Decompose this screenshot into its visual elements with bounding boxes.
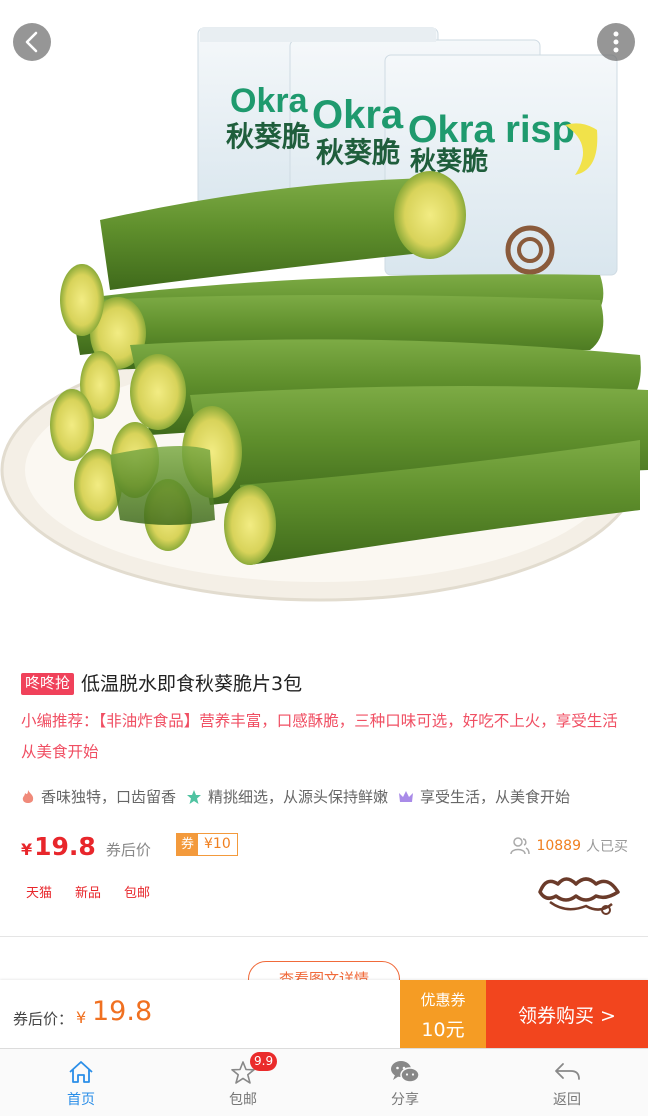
coupon-badge: 券 ¥10: [176, 833, 238, 856]
users-icon: [510, 837, 531, 855]
return-icon: [555, 1063, 580, 1080]
buy-bar: 券后价： ¥ 19.8 优惠券 10元 领券购买 >: [0, 980, 648, 1048]
bottom-tab-bar: 首页 9.9 包邮 分享 返回: [0, 1048, 648, 1116]
buyers-count: 10889 人已买: [510, 836, 628, 856]
bag-cn-1: 秋葵脆: [226, 120, 310, 153]
coupon-box-amount: 10元: [421, 1019, 465, 1041]
bag-text-3: Okra risp: [408, 109, 575, 151]
product-tags: 天猫 新品 包邮: [26, 882, 173, 901]
tab-home-label: 首页: [67, 1092, 95, 1108]
product-image: Okra 秋葵脆 Okra 秋葵脆 Okra risp 秋葵脆: [0, 0, 648, 650]
okra-chips-photo: Okra 秋葵脆 Okra 秋葵脆 Okra risp 秋葵脆: [0, 27, 648, 602]
star-icon: [186, 789, 202, 805]
home-icon: [69, 1061, 93, 1083]
price-row: ¥ 19.8 券后价: [21, 832, 151, 861]
more-button[interactable]: [597, 23, 635, 61]
price-value: 19.8: [34, 832, 96, 861]
more-vertical-icon: [613, 31, 619, 53]
feature-text-1: 香味独特，口齿留香: [41, 788, 177, 806]
after-coupon-symbol: ¥: [76, 1008, 87, 1027]
recommend-text: 【非油炸食品】营养丰富，口感酥脆，三种口味可选，好吃不上火，享受生活从美食开始: [21, 712, 618, 761]
wechat-icon: [391, 1061, 420, 1083]
coupon-box[interactable]: 优惠券 10元: [400, 980, 486, 1048]
price-symbol: ¥: [21, 840, 33, 859]
bag-cn-2: 秋葵脆: [316, 136, 400, 169]
tab-share[interactable]: 分享: [324, 1049, 486, 1116]
after-coupon-price: 19.8: [92, 996, 153, 1027]
coupon-box-title: 优惠券: [420, 991, 466, 1009]
tag-free-shipping: 包邮: [124, 886, 151, 901]
coupon-tag: 券: [177, 834, 199, 855]
buyers-unit: 人已买: [586, 839, 628, 855]
chevron-left-icon: [25, 31, 38, 53]
feature-text-3: 享受生活，从美食开始: [420, 788, 571, 806]
get-coupon-buy-button[interactable]: 领券购买 >: [486, 980, 648, 1048]
back-button[interactable]: [13, 23, 51, 61]
recommend-prefix: 小编推荐：: [21, 712, 99, 730]
tab-free-shipping-label: 包邮: [229, 1092, 257, 1108]
bag-text-2: Okra: [312, 93, 404, 137]
coupon-value: ¥10: [198, 834, 237, 855]
tag-tmall: 天猫: [26, 886, 53, 901]
tab-free-shipping[interactable]: 9.9 包邮: [162, 1049, 324, 1116]
promo-tag: 咚咚抢: [21, 673, 75, 695]
buyers-number: 10889: [536, 838, 581, 854]
tab-share-label: 分享: [391, 1092, 419, 1108]
tab-badge: 9.9: [250, 1052, 278, 1071]
product-title: 低温脱水即食秋葵脆片3包: [81, 673, 303, 695]
tab-return-label: 返回: [553, 1092, 581, 1108]
title-row: 咚咚抢 低温脱水即食秋葵脆片3包: [21, 672, 302, 696]
brand-logo: [538, 877, 620, 915]
feature-list: 香味独特，口齿留香 精挑细选，从源头保持鲜嫩 享受生活，从美食开始: [21, 786, 580, 807]
crown-icon: [398, 790, 414, 804]
flame-icon: [21, 789, 35, 805]
after-coupon-label: 券后价：: [13, 1010, 74, 1028]
editor-recommendation: 小编推荐：【非油炸食品】营养丰富，口感酥脆，三种口味可选，好吃不上火，享受生活从…: [21, 706, 627, 768]
tab-return[interactable]: 返回: [486, 1049, 648, 1116]
price-label: 券后价: [105, 841, 151, 859]
tag-new: 新品: [75, 886, 102, 901]
bag-text-1: Okra: [230, 82, 309, 120]
tab-home[interactable]: 首页: [0, 1049, 162, 1116]
feature-text-2: 精挑细选，从源头保持鲜嫩: [208, 788, 389, 806]
product-info: 咚咚抢 低温脱水即食秋葵脆片3包 小编推荐：【非油炸食品】营养丰富，口感酥脆，三…: [0, 650, 648, 938]
